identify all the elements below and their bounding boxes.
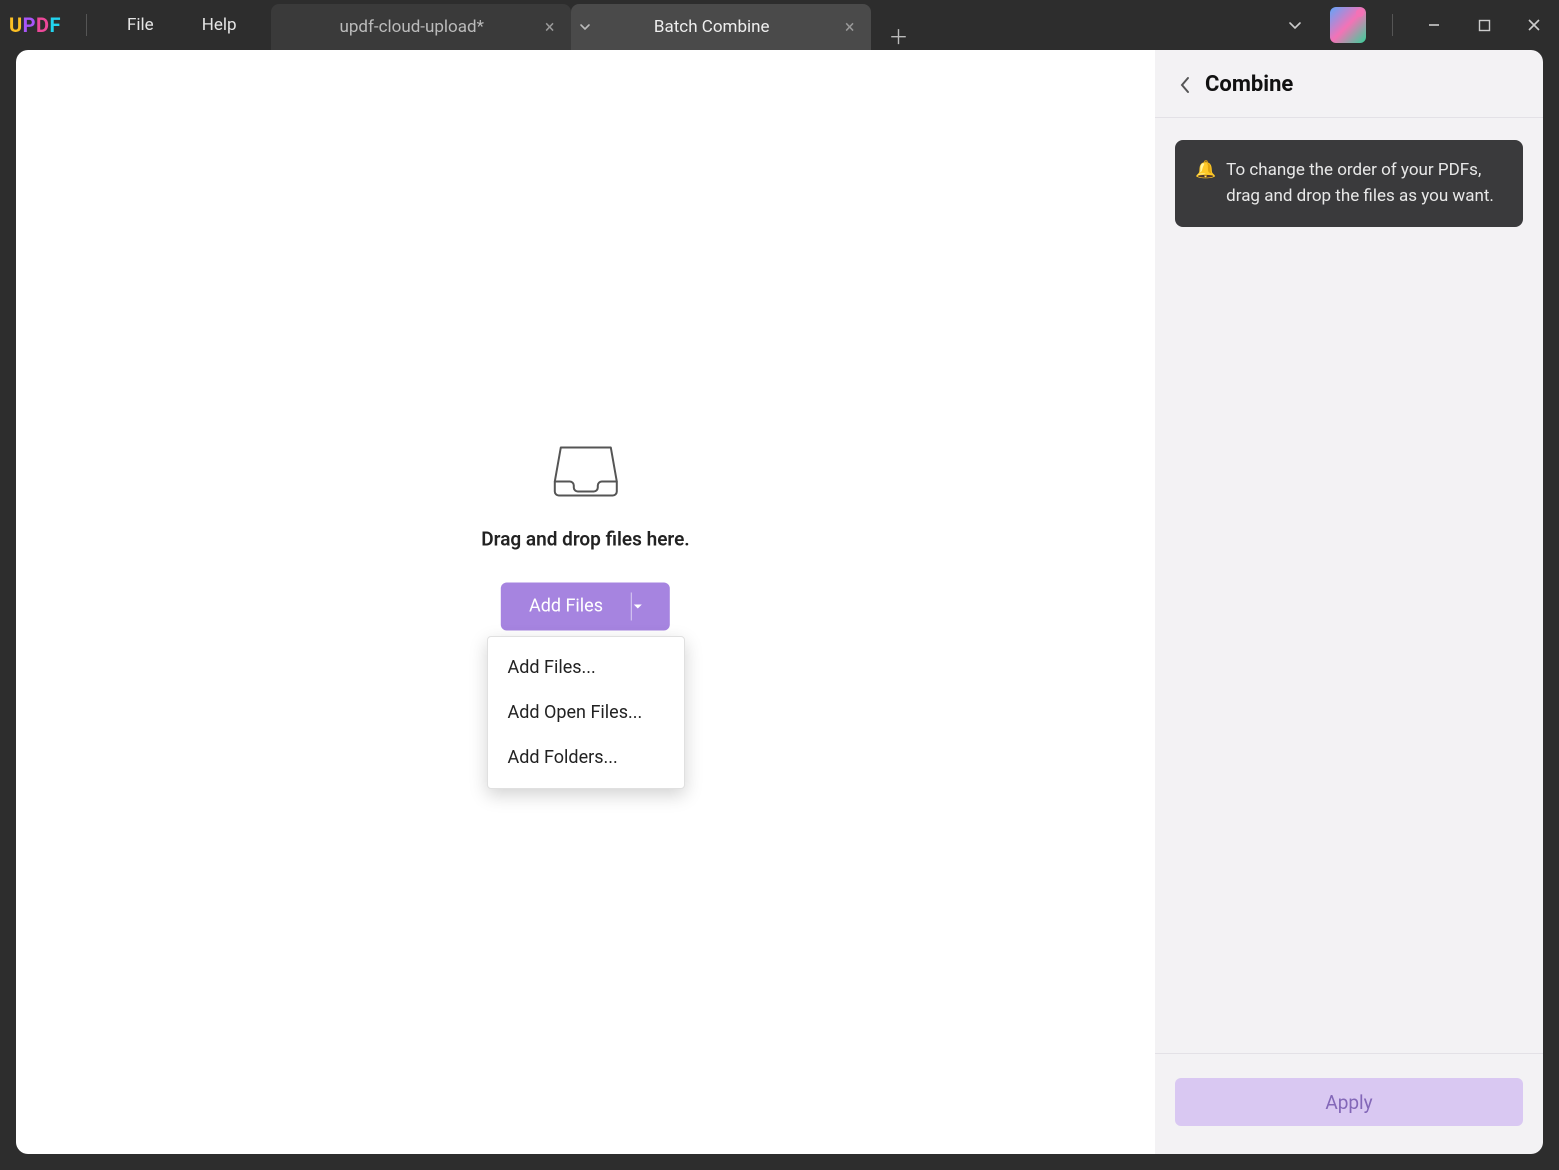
dropzone-caption: Drag and drop files here. (481, 527, 689, 550)
tab-label: updf-cloud-upload* (295, 17, 529, 37)
tab-updf-cloud-upload[interactable]: updf-cloud-upload* × (271, 4, 571, 50)
tab-label: Batch Combine (595, 17, 829, 37)
user-avatar[interactable] (1330, 7, 1366, 43)
recent-files-dropdown[interactable] (1270, 0, 1320, 50)
inbox-tray-icon (553, 441, 619, 499)
divider (1392, 14, 1393, 36)
sidebar-title: Combine (1205, 72, 1293, 97)
add-files-dropdown: Add Files... Add Open Files... Add Folde… (487, 636, 685, 789)
main-drop-area[interactable]: Drag and drop files here. Add Files Add … (16, 50, 1155, 1154)
window-close-button[interactable] (1509, 0, 1559, 50)
reorder-tip-text: To change the order of your PDFs, drag a… (1226, 158, 1503, 209)
logo-letter-p: P (23, 13, 36, 37)
app-logo: UPDF (0, 13, 70, 37)
close-icon[interactable]: × (829, 17, 855, 38)
menu-help[interactable]: Help (178, 15, 261, 35)
dropdown-item-add-files[interactable]: Add Files... (488, 645, 684, 690)
menu-file[interactable]: File (103, 15, 178, 35)
logo-letter-u: U (9, 13, 23, 37)
reorder-tip: 🔔 To change the order of your PDFs, drag… (1175, 140, 1523, 227)
close-icon[interactable]: × (529, 17, 555, 38)
window-maximize-button[interactable] (1459, 0, 1509, 50)
caret-down-icon[interactable] (632, 600, 670, 612)
add-files-button-label: Add Files (501, 596, 631, 617)
dropdown-item-add-open-files[interactable]: Add Open Files... (488, 690, 684, 735)
apply-button[interactable]: Apply (1175, 1078, 1523, 1126)
divider (86, 14, 87, 36)
bell-icon: 🔔 (1195, 158, 1216, 209)
chevron-down-icon[interactable] (579, 21, 591, 33)
document-tabs: updf-cloud-upload* × Batch Combine × ＋ (271, 0, 919, 50)
new-tab-button[interactable]: ＋ (879, 21, 919, 50)
window-minimize-button[interactable] (1409, 0, 1459, 50)
dropzone-content: Drag and drop files here. Add Files (481, 441, 689, 630)
back-icon[interactable] (1179, 76, 1191, 94)
logo-letter-f: F (50, 13, 61, 37)
dropdown-item-add-folders[interactable]: Add Folders... (488, 735, 684, 780)
tab-batch-combine[interactable]: Batch Combine × (571, 4, 871, 50)
add-files-button[interactable]: Add Files (501, 582, 670, 630)
right-sidebar: Combine 🔔 To change the order of your PD… (1155, 50, 1543, 1154)
logo-letter-d: D (36, 13, 50, 37)
